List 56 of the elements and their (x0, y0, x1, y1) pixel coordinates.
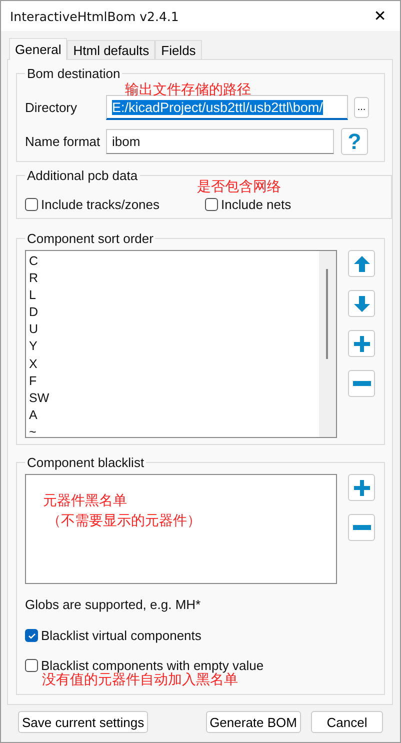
list-item[interactable]: SW (29, 390, 316, 407)
add-button[interactable] (348, 330, 375, 357)
list-item[interactable]: A (29, 406, 316, 424)
check-icon (26, 630, 36, 640)
plus-icon (352, 334, 370, 352)
help-button[interactable]: ? (341, 128, 368, 155)
checkbox[interactable] (25, 659, 38, 672)
annotation-text: 是否包含网络 (197, 179, 282, 196)
field-label: Name format (25, 134, 102, 149)
add-button[interactable] (348, 474, 375, 501)
close-button[interactable]: ✕ (360, 1, 400, 31)
minus-icon (352, 380, 370, 386)
checkbox-label: Include tracks/zones (41, 197, 160, 212)
list-item[interactable]: R (29, 270, 316, 288)
checkbox[interactable] (205, 198, 218, 211)
directory-field[interactable]: E:/kicadProject/usb2ttl/usb2ttl\bom/ (106, 95, 348, 120)
up-arrow-icon (352, 254, 370, 272)
minus-icon (352, 524, 370, 530)
checkbox[interactable] (25, 198, 38, 211)
annotation-text: （不需要显示的元器件） (47, 512, 202, 530)
cancel-button[interactable]: Cancel (311, 711, 383, 733)
tab[interactable]: Fields (155, 40, 202, 59)
plus-icon (352, 478, 370, 496)
list-item[interactable]: C (29, 253, 316, 270)
remove-button[interactable] (348, 514, 375, 541)
window-title: InteractiveHtmlBom v2.4.1 (10, 8, 179, 24)
browse-button[interactable]: ... (354, 97, 369, 118)
name-format-field[interactable]: ibom (106, 129, 334, 154)
save-settings-button[interactable]: Save current settings (18, 711, 148, 733)
move-down-button[interactable] (348, 290, 375, 317)
list-item[interactable]: X (29, 356, 316, 373)
checkbox[interactable] (25, 629, 38, 642)
group-title: Component blacklist (26, 455, 146, 470)
scrollbar[interactable] (319, 251, 336, 437)
annotation-text: 元器件黑名单 (43, 492, 128, 510)
move-up-button[interactable] (348, 250, 375, 277)
list-item[interactable]: D (29, 304, 316, 322)
list-item[interactable]: L (29, 287, 316, 304)
list-item[interactable]: F (29, 372, 316, 390)
field-label: Directory (25, 100, 78, 115)
generate-bom-button[interactable]: Generate BOM (206, 711, 301, 733)
group-title: Component sort order (26, 231, 154, 246)
list-item[interactable]: U (29, 321, 316, 338)
remove-button[interactable] (348, 370, 375, 397)
tab[interactable]: Html defaults (67, 40, 156, 59)
list-item[interactable]: Y (29, 338, 316, 356)
list-item[interactable]: ~ (29, 424, 316, 437)
tab[interactable]: General (9, 38, 68, 60)
checkbox-label: Blacklist virtual components (41, 628, 202, 643)
hint-text: Globs are supported, e.g. MH* (25, 597, 202, 612)
down-arrow-icon (352, 294, 370, 312)
group-title: Bom destination (26, 66, 122, 81)
group-title: Additional pcb data (26, 168, 139, 183)
checkbox-label: Blacklist components with empty value (41, 658, 264, 673)
checkbox-label: Include nets (221, 197, 292, 212)
annotation-text: 没有值的元器件自动加入黑名单 (42, 673, 239, 688)
